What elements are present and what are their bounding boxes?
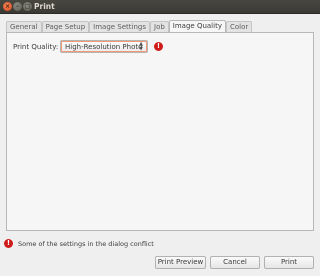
conflict-message: Some of the settings in the dialog confl… [18, 240, 154, 248]
updown-arrows-icon: ▲ ▼ [139, 41, 143, 52]
window-title: Print [34, 2, 55, 11]
error-icon: ! [4, 239, 13, 248]
minimize-window-button[interactable]: – [13, 2, 22, 11]
print-quality-select[interactable]: High-Resolution Photo ▲ ▼ [60, 40, 148, 53]
title-bar[interactable]: × – □ Print [0, 0, 320, 14]
print-quality-label: Print Quality: [13, 43, 59, 51]
close-window-button[interactable]: × [3, 2, 12, 11]
print-quality-value: High-Resolution Photo [65, 43, 143, 51]
cancel-button[interactable]: Cancel [210, 256, 260, 269]
error-icon: ! [154, 42, 163, 51]
maximize-window-button[interactable]: □ [23, 2, 32, 11]
print-preview-button[interactable]: Print Preview [155, 256, 206, 269]
image-quality-panel: Print Quality: High-Resolution Photo ▲ ▼ … [6, 32, 314, 231]
print-dialog: × – □ Print General Page Setup Image Set… [0, 0, 320, 276]
print-button[interactable]: Print [264, 256, 314, 269]
